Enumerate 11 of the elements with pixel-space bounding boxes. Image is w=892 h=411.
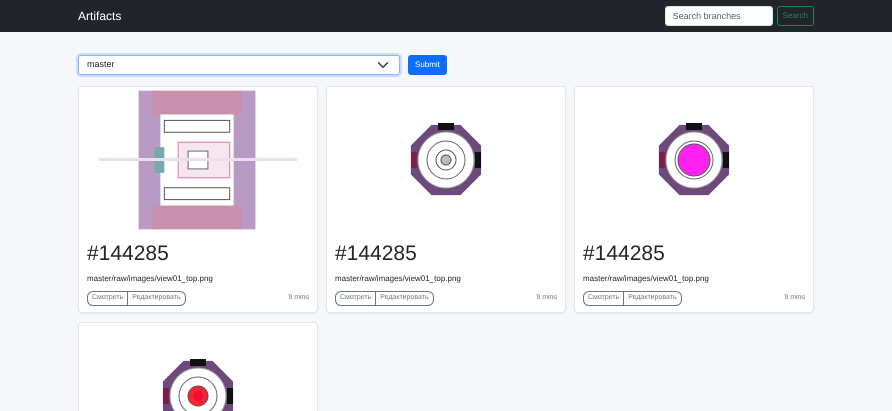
- submit-button[interactable]: Submit: [408, 55, 447, 75]
- build-number: #144285: [335, 241, 418, 266]
- build-number: #144285: [87, 241, 170, 266]
- build-number: #144285: [583, 241, 666, 266]
- file-path: master/raw/images/view01_top.png: [583, 273, 710, 286]
- search-field[interactable]: Search branches: [664, 6, 773, 26]
- file-path: master/raw/images/view01_top.png: [335, 273, 462, 286]
- search-button[interactable]: Search: [776, 6, 814, 26]
- branch-select[interactable]: master: [78, 55, 400, 75]
- app-title[interactable]: Artifacts: [78, 7, 122, 25]
- file-path: master/raw/images/view01_top.png: [87, 273, 214, 286]
